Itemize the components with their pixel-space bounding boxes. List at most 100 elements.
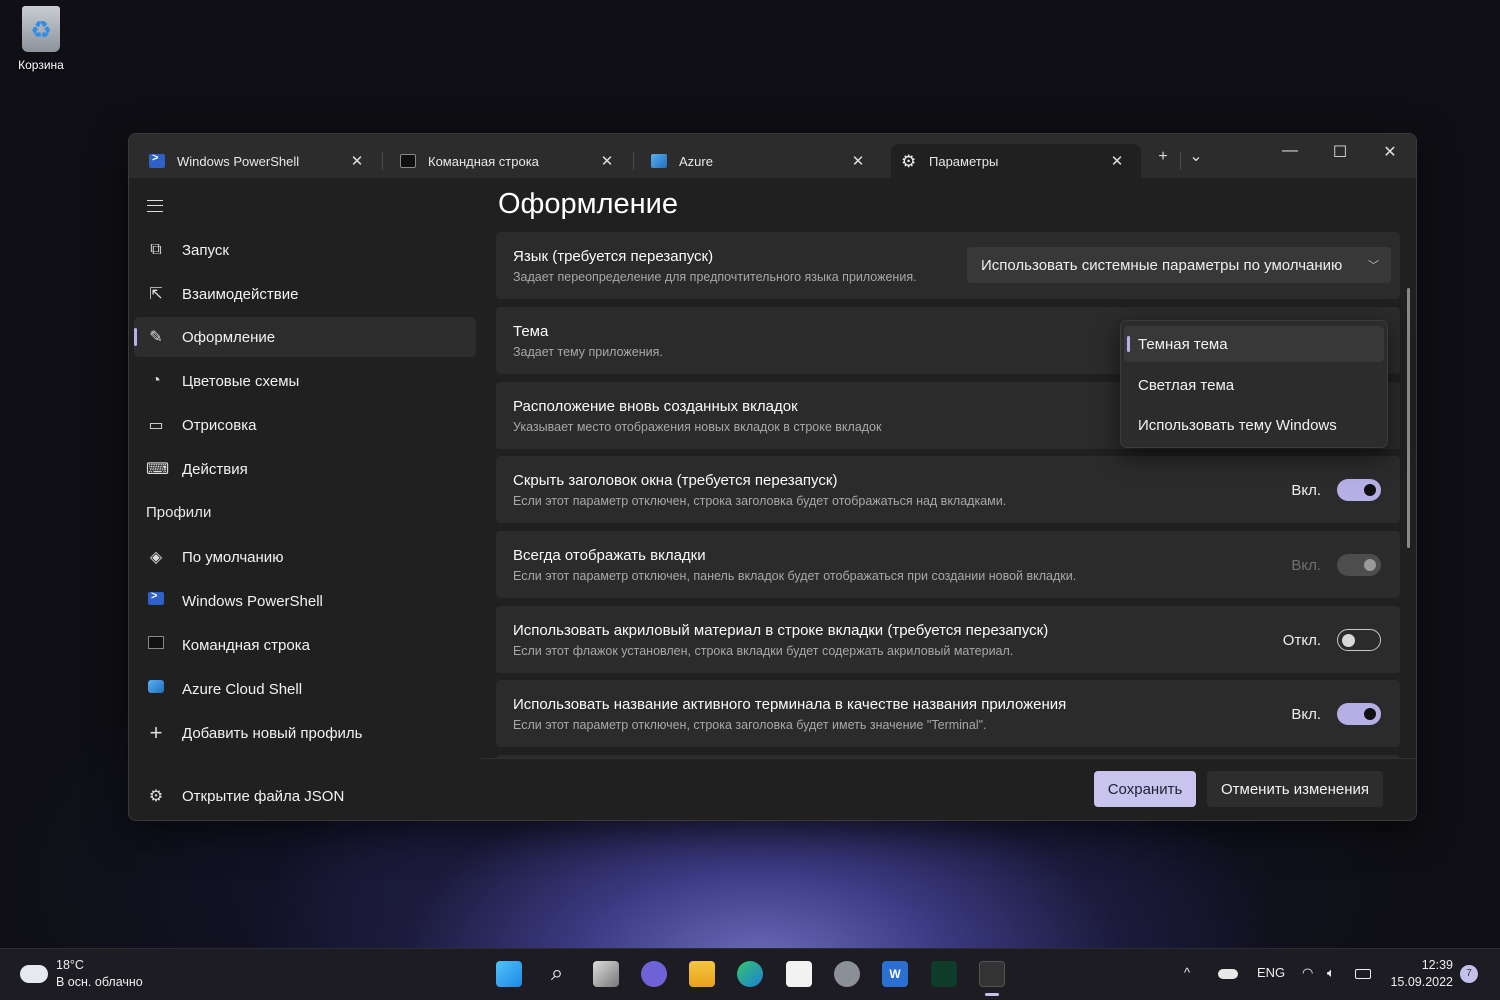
theme-option-dark[interactable]: Темная тема bbox=[1124, 326, 1384, 362]
scrollbar[interactable] bbox=[1407, 288, 1410, 548]
setting-description: Если этот флажок установлен, строка вкла… bbox=[513, 644, 1014, 658]
sidebar-item-interaction[interactable]: ⇱ Взаимодействие bbox=[134, 274, 476, 314]
sidebar-item-label: Оформление bbox=[182, 328, 276, 346]
new-tab-button[interactable]: + bbox=[1150, 148, 1176, 166]
discard-changes-button[interactable]: Отменить изменения bbox=[1207, 771, 1383, 807]
sidebar-item-label: Запуск bbox=[182, 241, 229, 259]
tab-separator bbox=[1180, 152, 1181, 170]
sidebar-profile-powershell[interactable]: Windows PowerShell bbox=[134, 581, 476, 621]
app-icon[interactable] bbox=[931, 961, 957, 987]
sidebar-item-label: Командная строка bbox=[182, 636, 310, 654]
laptop-icon: ▭ bbox=[148, 417, 164, 434]
theme-dropdown-menu: Темная тема Светлая тема Использовать те… bbox=[1120, 320, 1388, 448]
minimize-button[interactable]: — bbox=[1267, 142, 1313, 160]
setting-hide-titlebar: Скрыть заголовок окна (требуется перезап… bbox=[496, 456, 1400, 523]
hide-titlebar-toggle[interactable]: Вкл. bbox=[1291, 479, 1381, 501]
sidebar-item-label: Windows PowerShell bbox=[182, 592, 323, 610]
close-tab-icon[interactable]: ✕ bbox=[848, 152, 868, 170]
interaction-icon: ⇱ bbox=[149, 286, 163, 303]
toggle-switch[interactable] bbox=[1337, 479, 1381, 501]
language-indicator[interactable]: ENG bbox=[1257, 965, 1285, 980]
plus-icon: + bbox=[149, 720, 163, 745]
setting-description: Если этот параметр отключен, строка заго… bbox=[513, 718, 987, 732]
close-tab-icon[interactable]: ✕ bbox=[1107, 152, 1127, 170]
sidebar-profile-defaults[interactable]: ◈ По умолчанию bbox=[134, 537, 476, 577]
acrylic-tabrow-toggle[interactable]: Откл. bbox=[1283, 629, 1381, 651]
sidebar-item-label: По умолчанию bbox=[182, 548, 284, 566]
file-explorer-icon[interactable] bbox=[689, 961, 715, 987]
store-icon[interactable] bbox=[786, 961, 812, 987]
recycle-bin-label: Корзина bbox=[18, 58, 64, 72]
edge-icon[interactable] bbox=[737, 961, 763, 987]
close-tab-icon[interactable]: ✕ bbox=[347, 152, 367, 170]
close-tab-icon[interactable]: ✕ bbox=[597, 152, 617, 170]
sidebar-item-actions[interactable]: ⌨ Действия bbox=[134, 449, 476, 489]
setting-description: Если этот параметр отключен, строка заго… bbox=[513, 494, 1007, 508]
word-icon[interactable]: W bbox=[882, 961, 908, 987]
language-combobox[interactable]: Использовать системные параметры по умол… bbox=[967, 247, 1391, 283]
tab-bar: Windows PowerShell ✕ Командная строка ✕ … bbox=[129, 134, 1416, 178]
open-json-button[interactable]: ⚙ Открытие файла JSON bbox=[134, 776, 476, 816]
weather-widget[interactable]: 18°C В осн. облачно bbox=[20, 957, 143, 991]
terminal-icon[interactable] bbox=[979, 961, 1005, 987]
brush-icon: ✎ bbox=[149, 329, 163, 346]
sidebar-add-profile[interactable]: + Добавить новый профиль bbox=[134, 713, 476, 753]
theme-option-light[interactable]: Светлая тема bbox=[1124, 367, 1384, 403]
tray-chevron-icon[interactable]: ^ bbox=[1184, 965, 1190, 980]
running-indicator bbox=[985, 993, 999, 996]
maximize-button[interactable]: ☐ bbox=[1317, 142, 1363, 162]
setting-title: Скрыть заголовок окна (требуется перезап… bbox=[513, 472, 838, 489]
active-terminal-title-toggle[interactable]: Вкл. bbox=[1291, 703, 1381, 725]
clock[interactable]: 12:39 15.09.2022 bbox=[1390, 957, 1453, 991]
settings-sidebar: ⧉ Запуск ⇱ Взаимодействие ✎ Оформление ◔… bbox=[129, 178, 483, 820]
setting-description: Указывает место отображения новых вкладо… bbox=[513, 420, 882, 434]
palette-icon: ◔ bbox=[151, 372, 161, 389]
sidebar-item-color-schemes[interactable]: ◔ Цветовые схемы bbox=[134, 361, 476, 401]
sidebar-item-appearance[interactable]: ✎ Оформление bbox=[134, 317, 476, 357]
tab-dropdown-button[interactable]: ⌄ bbox=[1183, 146, 1209, 166]
volume-icon[interactable]: 🔈︎ bbox=[1327, 965, 1335, 981]
search-icon[interactable]: ⌕ bbox=[544, 961, 570, 987]
notification-badge[interactable]: 7 bbox=[1460, 965, 1478, 983]
tab-powershell[interactable]: Windows PowerShell ✕ bbox=[129, 144, 381, 178]
setting-description: Если этот параметр отключен, панель вкла… bbox=[513, 569, 1077, 583]
recycle-bin[interactable]: Корзина bbox=[10, 6, 72, 72]
wifi-icon[interactable]: ◠ bbox=[1302, 965, 1313, 981]
tab-azure[interactable]: Azure ✕ bbox=[631, 144, 882, 178]
sidebar-item-rendering[interactable]: ▭ Отрисовка bbox=[134, 405, 476, 445]
setting-title: Язык (требуется перезапуск) bbox=[513, 248, 714, 265]
tab-label: Azure bbox=[679, 153, 713, 169]
start-icon[interactable] bbox=[496, 961, 522, 987]
toggle-switch[interactable] bbox=[1337, 629, 1381, 651]
teams-chat-icon[interactable] bbox=[641, 961, 667, 987]
onedrive-icon[interactable] bbox=[1218, 969, 1238, 979]
hamburger-menu-icon[interactable] bbox=[147, 200, 163, 212]
save-button[interactable]: Сохранить bbox=[1094, 771, 1196, 807]
terminal-window: Windows PowerShell ✕ Командная строка ✕ … bbox=[128, 133, 1417, 821]
toggle-switch bbox=[1337, 554, 1381, 576]
theme-option-windows[interactable]: Использовать тему Windows bbox=[1124, 407, 1384, 443]
keyboard-icon: ⌨ bbox=[146, 461, 170, 478]
toggle-switch[interactable] bbox=[1337, 703, 1381, 725]
recycle-bin-icon bbox=[22, 6, 60, 52]
sidebar-item-startup[interactable]: ⧉ Запуск bbox=[134, 230, 476, 270]
toggle-state-label: Вкл. bbox=[1291, 556, 1321, 574]
chevron-down-icon: ﹀ bbox=[1368, 260, 1379, 272]
battery-icon[interactable] bbox=[1355, 969, 1371, 979]
sidebar-profile-azure[interactable]: Azure Cloud Shell bbox=[134, 669, 476, 709]
task-view-icon[interactable] bbox=[593, 961, 619, 987]
startup-icon: ⧉ bbox=[150, 241, 162, 258]
setting-language: Язык (требуется перезапуск) Задает перео… bbox=[496, 232, 1400, 299]
azure-icon bbox=[651, 154, 667, 168]
tab-settings[interactable]: ⚙ Параметры ✕ bbox=[891, 144, 1141, 178]
close-window-button[interactable]: ✕ bbox=[1367, 142, 1413, 162]
powershell-icon bbox=[149, 152, 165, 168]
sidebar-item-label: Действия bbox=[182, 460, 248, 478]
setting-always-show-tabs: Всегда отображать вкладки Если этот пара… bbox=[496, 531, 1400, 598]
settings-icon[interactable] bbox=[834, 961, 860, 987]
sidebar-profile-cmd[interactable]: Командная строка bbox=[134, 625, 476, 665]
cmd-icon bbox=[146, 636, 166, 654]
toggle-state-label: Откл. bbox=[1282, 631, 1321, 649]
setting-active-terminal-title: Использовать название активного терминал… bbox=[496, 680, 1400, 747]
tab-cmd[interactable]: Командная строка ✕ bbox=[380, 144, 631, 178]
